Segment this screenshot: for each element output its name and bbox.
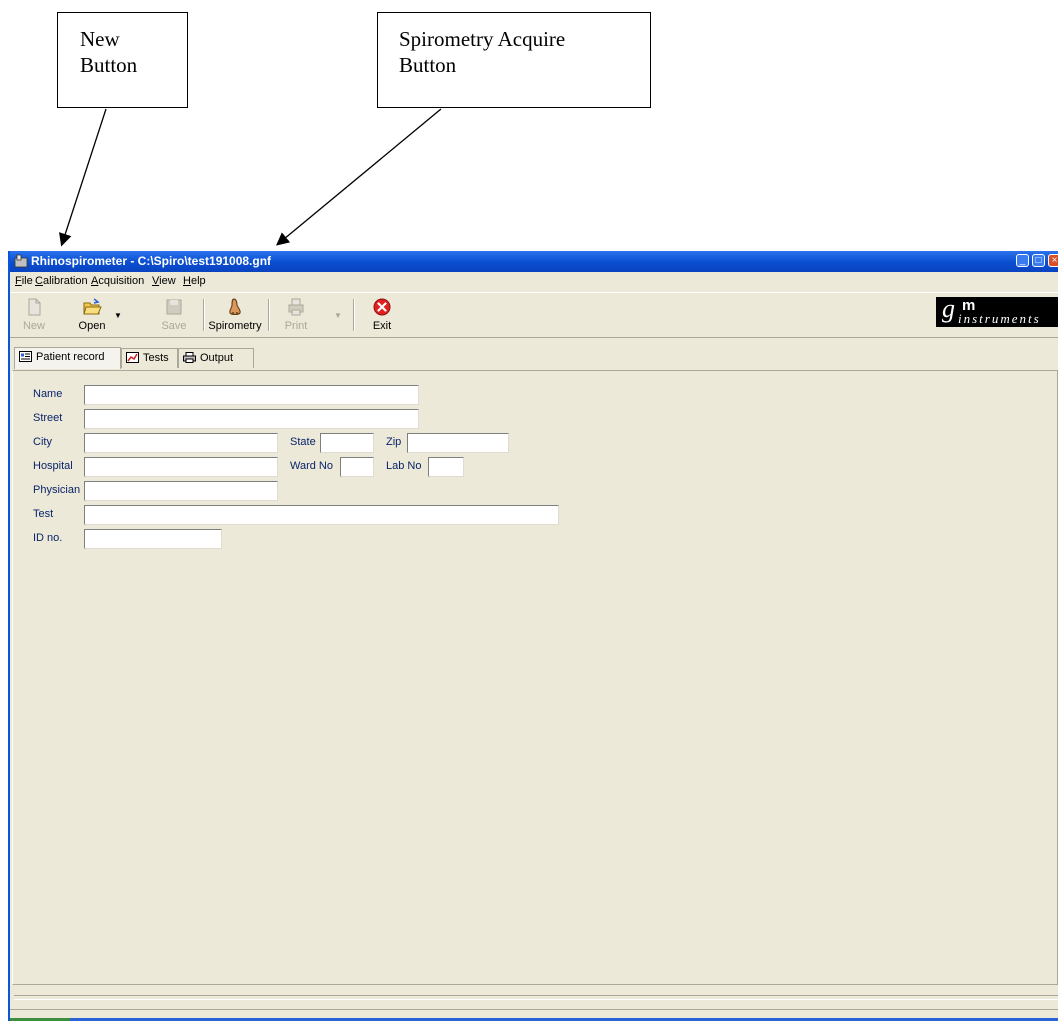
panel-bottom-divider	[14, 995, 1058, 1000]
hospital-field[interactable]	[84, 457, 278, 477]
test-label: Test	[33, 508, 54, 520]
name-field[interactable]	[84, 385, 419, 405]
zip-label: Zip	[386, 436, 402, 448]
hospital-label: Hospital	[33, 460, 73, 472]
minimize-button[interactable]: _	[1016, 254, 1029, 267]
new-document-icon	[28, 298, 41, 316]
print-dropdown-arrow[interactable]: ▼	[334, 311, 342, 320]
lab-label: Lab No	[386, 460, 422, 472]
gm-instruments-logo: g m instruments	[936, 294, 1058, 327]
exit-label: Exit	[372, 320, 392, 332]
physician-field[interactable]	[84, 481, 278, 501]
lab-field[interactable]	[428, 457, 464, 477]
logo-g: g	[942, 294, 955, 323]
spirometry-label: Spirometry	[208, 320, 262, 332]
callout-arrows	[59, 108, 442, 247]
state-field[interactable]	[320, 433, 374, 453]
toolbar-separator	[203, 299, 205, 331]
open-folder-icon	[83, 298, 102, 315]
save-disk-icon	[166, 299, 182, 315]
window-title: Rhinospirometer - C:\Spiro\test191008.gn…	[31, 254, 272, 268]
ward-field[interactable]	[340, 457, 374, 477]
app-window: Rhinospirometer - C:\Spiro\test191008.gn…	[8, 251, 1058, 1021]
print-button[interactable]: Print	[276, 297, 316, 332]
menu-file[interactable]: File	[15, 275, 33, 287]
menu-acquisition[interactable]: Acquisition	[91, 275, 144, 287]
toolbar: New Open ▼ Save Spirometry Print ▼ Exit …	[10, 292, 1058, 338]
id-label: ID no.	[33, 532, 63, 544]
city-field[interactable]	[84, 433, 278, 453]
toolbar-separator	[268, 299, 270, 331]
patient-record-panel: Name Street City State Zip Hospital Ward…	[12, 370, 1058, 985]
spirometry-button[interactable]: Spirometry	[206, 297, 264, 332]
tab-label: Output	[200, 352, 234, 364]
chart-icon	[126, 352, 139, 363]
tab-tests[interactable]: Tests	[121, 348, 178, 368]
ward-label: Ward No	[290, 460, 333, 472]
maximize-button[interactable]: □	[1032, 254, 1045, 267]
zip-field[interactable]	[407, 433, 509, 453]
open-label: Open	[78, 320, 106, 332]
physician-label: Physician	[33, 484, 81, 496]
street-label: Street	[33, 412, 63, 424]
tab-output[interactable]: Output	[178, 348, 254, 368]
close-button[interactable]: ×	[1048, 254, 1058, 267]
name-label: Name	[33, 388, 63, 400]
tab-label: Patient record	[36, 351, 105, 363]
print-label: Print	[284, 320, 308, 332]
open-button[interactable]: Open	[70, 297, 114, 332]
tab-patient-record[interactable]: Patient record	[14, 347, 121, 369]
title-bar: Rhinospirometer - C:\Spiro\test191008.gn…	[10, 251, 1058, 272]
card-icon	[19, 351, 32, 362]
toolbar-separator	[353, 299, 355, 331]
menu-bar: File Calibration Acquisition View Help	[10, 273, 1058, 290]
new-label: New	[22, 320, 45, 332]
street-field[interactable]	[84, 409, 419, 429]
tab-label: Tests	[143, 352, 169, 364]
menu-help[interactable]: Help	[183, 275, 206, 287]
new-button[interactable]: New	[14, 297, 54, 332]
menu-view[interactable]: View	[152, 275, 176, 287]
app-icon	[14, 254, 28, 268]
printer-icon	[288, 298, 304, 316]
menu-calibration[interactable]: Calibration	[35, 275, 88, 287]
new-arrow	[59, 108, 107, 247]
spirometry-arrow	[275, 108, 442, 246]
test-field[interactable]	[84, 505, 559, 525]
save-label: Save	[161, 320, 187, 332]
id-field[interactable]	[84, 529, 222, 549]
city-label: City	[33, 436, 52, 448]
printer-icon	[183, 352, 196, 363]
exit-button[interactable]: Exit	[364, 297, 400, 332]
state-label: State	[290, 436, 316, 448]
save-button[interactable]: Save	[154, 297, 194, 332]
open-dropdown-arrow[interactable]: ▼	[114, 311, 122, 320]
logo-subtitle: instruments	[958, 311, 1041, 326]
exit-icon	[373, 298, 391, 316]
nose-icon	[229, 298, 241, 315]
